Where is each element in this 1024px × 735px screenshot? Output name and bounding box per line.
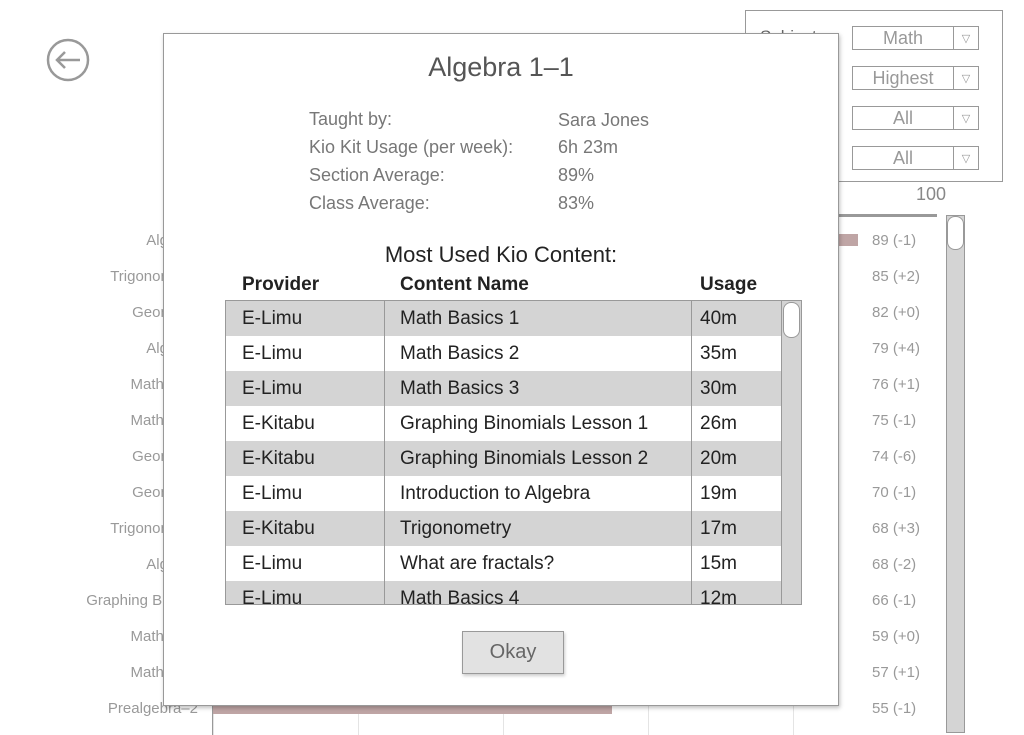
table-row[interactable]: E-Kitabu Trigonometry 17m [226,511,782,546]
score-label: 82 (+0) [872,304,920,321]
chevron-down-icon: ▽ [961,152,971,165]
table-row[interactable]: E-Kitabu Graphing Binomials Lesson 2 20m [226,441,782,476]
content-name-cell: Math Basics 2 [385,336,692,371]
info-label: Taught by: [309,109,393,129]
content-name-cell: Introduction to Algebra [385,476,692,511]
score-label: 74 (-6) [872,448,917,465]
table-row[interactable]: E-Limu Math Basics 4 12m [226,581,782,605]
filter-dropdown[interactable]: All ▽ [852,106,979,130]
provider-cell: E-Kitabu [226,441,385,476]
column-header-content-name: Content Name [400,274,529,295]
back-arrow-icon[interactable] [46,38,90,82]
scroll-thumb[interactable] [783,302,800,338]
scroll-thumb[interactable] [947,216,964,250]
score-label: 75 (-1) [872,412,917,429]
info-label: Class Average: [309,193,430,213]
column-header-usage: Usage [700,274,758,295]
table-row[interactable]: E-Limu Math Basics 3 30m [226,371,782,406]
usage-cell: 35m [700,343,737,364]
class-detail-dialog: Algebra 1–1 Taught by: Sara Jones Kio Kit … [163,33,839,706]
score-label: 79 (+4) [872,340,920,357]
provider-cell: E-Limu [226,546,385,581]
content-name-cell: Math Basics 1 [385,301,692,336]
provider-cell: E-Limu [226,476,385,511]
chevron-down-icon: ▽ [961,72,971,85]
usage-cell: 40m [700,308,737,329]
content-name-cell: Math Basics 4 [385,581,692,604]
info-value: 83% [558,193,595,213]
filter-dropdown[interactable]: Math ▽ [852,26,979,50]
provider-cell: E-Kitabu [226,406,385,441]
content-table-title: Most Used Kio Content: [384,242,618,267]
info-label: Kio Kit Usage (per week): [309,137,514,157]
filter-dropdown[interactable]: Highest ▽ [852,66,979,90]
score-label: 68 (-2) [872,556,917,573]
content-table: E-Limu Math Basics 1 40m E-Limu Math Basics … [225,300,802,605]
content-name-cell: Graphing Binomials Lesson 2 [385,441,692,476]
score-label: 70 (-1) [872,484,917,501]
score-label: 68 (+3) [872,520,920,537]
usage-cell: 15m [700,553,737,574]
okay-button[interactable]: Okay [462,631,564,674]
chevron-down-icon: ▽ [961,112,971,125]
chevron-down-icon: ▽ [961,32,971,45]
info-label: Section Average: [309,165,445,185]
info-value: Sara Jones [558,110,650,130]
column-header-provider: Provider [242,274,320,295]
usage-cell: 20m [700,448,737,469]
score-label: 59 (+0) [872,628,920,645]
provider-cell: E-Limu [226,301,385,336]
table-row[interactable]: E-Limu Math Basics 2 35m [226,336,782,371]
table-scrollbar[interactable] [781,301,801,604]
score-label: 66 (-1) [872,592,917,609]
usage-cell: 26m [700,413,737,434]
provider-cell: E-Limu [226,581,385,604]
provider-cell: E-Limu [226,371,385,406]
info-value: 6h 23m [558,137,619,157]
dialog-title: Algebra 1–1 [428,52,574,82]
provider-cell: E-Limu [226,336,385,371]
content-name-cell: What are fractals? [385,546,692,581]
usage-cell: 30m [700,378,737,399]
usage-cell: 19m [700,483,737,504]
page-scrollbar[interactable] [946,215,965,733]
score-label: 85 (+2) [872,268,920,285]
axis-tick-label: 100 [916,184,947,204]
content-name-cell: Trigonometry [385,511,692,546]
usage-cell: 12m [700,588,737,605]
table-row[interactable]: E-Limu What are fractals? 15m [226,546,782,581]
filter-dropdown[interactable]: All ▽ [852,146,979,170]
usage-cell: 17m [700,518,737,539]
score-label: 55 (-1) [872,700,917,717]
info-value: 89% [558,165,595,185]
score-label: 57 (+1) [872,664,920,681]
provider-cell: E-Kitabu [226,511,385,546]
score-label: 76 (+1) [872,376,920,393]
table-row[interactable]: E-Limu Introduction to Algebra 19m [226,476,782,511]
score-label: 89 (-1) [872,232,917,249]
content-name-cell: Math Basics 3 [385,371,692,406]
table-row[interactable]: E-Kitabu Graphing Binomials Lesson 1 26m [226,406,782,441]
content-name-cell: Graphing Binomials Lesson 1 [385,406,692,441]
table-row[interactable]: E-Limu Math Basics 1 40m [226,301,782,336]
